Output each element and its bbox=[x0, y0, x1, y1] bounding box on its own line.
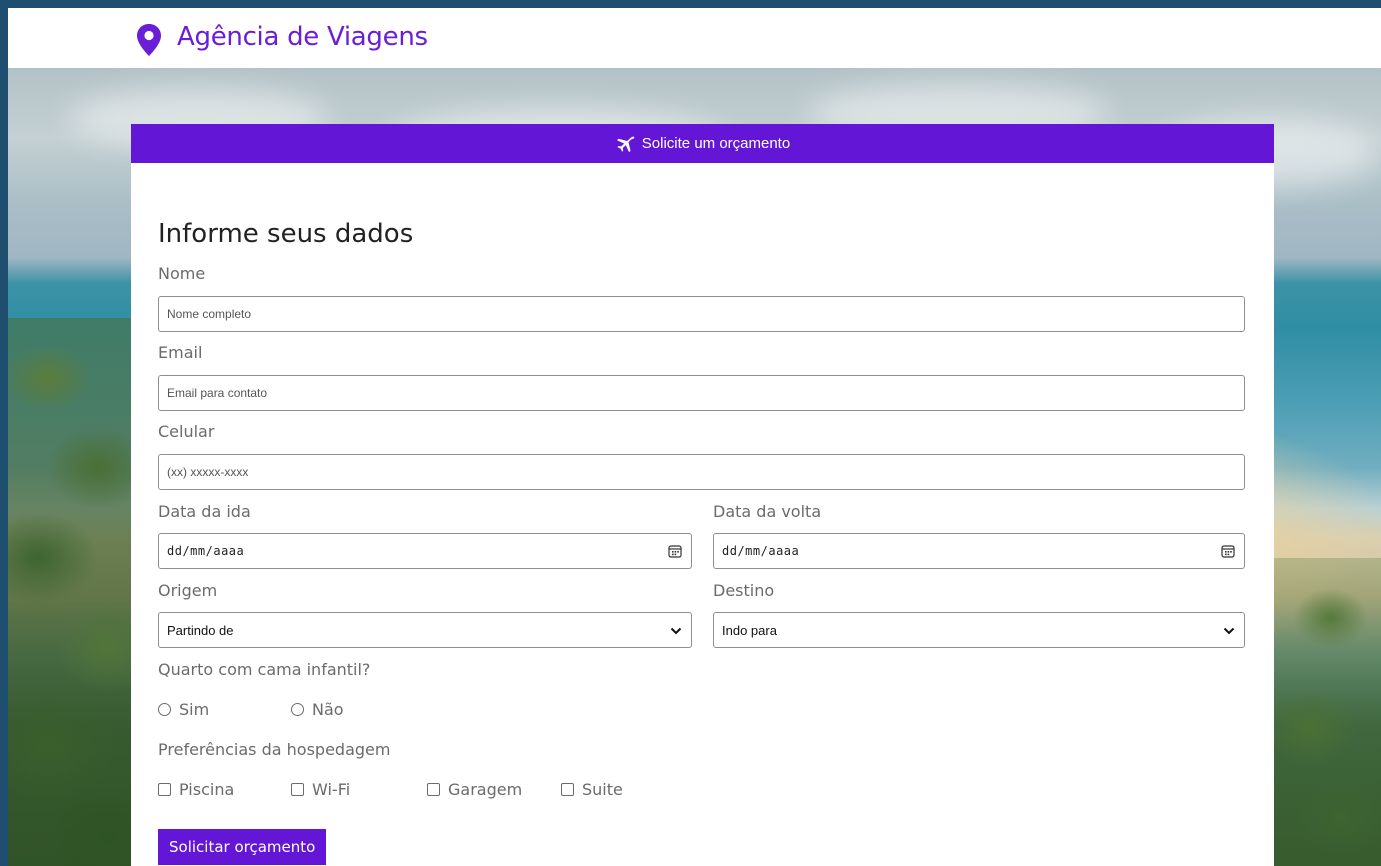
radio-sim[interactable]: Sim bbox=[158, 700, 209, 719]
submit-button[interactable]: Solicitar orçamento bbox=[158, 829, 327, 865]
checkbox[interactable] bbox=[561, 783, 574, 796]
data-volta-input[interactable]: dd/mm/aaaa bbox=[713, 533, 1245, 569]
radio-button[interactable] bbox=[158, 703, 171, 716]
checkbox-suite-label: Suite bbox=[582, 780, 623, 799]
preferencias-label: Preferências da hospedagem bbox=[158, 740, 391, 759]
checkbox[interactable] bbox=[427, 783, 440, 796]
destino-selected: Indo para bbox=[722, 622, 777, 638]
checkbox-piscina-label: Piscina bbox=[179, 780, 235, 799]
data-volta-value: dd/mm/aaaa bbox=[722, 544, 800, 558]
checkbox-suite[interactable]: Suite bbox=[561, 780, 623, 799]
plane-icon bbox=[616, 136, 635, 152]
top-navbar: Agência de Viagens bbox=[8, 8, 1381, 68]
destino-select[interactable]: Indo para bbox=[713, 612, 1245, 648]
nome-input[interactable]: Nome completo bbox=[158, 296, 1245, 332]
checkbox[interactable] bbox=[158, 783, 171, 796]
radio-sim-label: Sim bbox=[179, 700, 210, 719]
data-volta-label: Data da volta bbox=[713, 502, 822, 521]
browser-viewport: Agência de Viagens Solicite um orçamento… bbox=[8, 8, 1381, 866]
calendar-icon[interactable] bbox=[668, 544, 682, 558]
checkbox-piscina[interactable]: Piscina bbox=[158, 780, 234, 799]
celular-input[interactable]: (xx) xxxxx-xxxx bbox=[158, 454, 1245, 490]
origem-select[interactable]: Partindo de bbox=[158, 612, 692, 648]
card-header: Solicite um orçamento bbox=[131, 124, 1274, 163]
checkbox-garagem-label: Garagem bbox=[448, 780, 523, 799]
chevron-down-icon bbox=[670, 627, 682, 635]
email-input[interactable]: Email para contato bbox=[158, 375, 1245, 411]
quote-form-card: Solicite um orçamento Informe seus dados… bbox=[131, 124, 1274, 866]
cama-infantil-label: Quarto com cama infantil? bbox=[158, 660, 371, 679]
email-label: Email bbox=[158, 343, 203, 362]
data-ida-value: dd/mm/aaaa bbox=[167, 544, 245, 558]
checkbox-wifi[interactable]: Wi-Fi bbox=[291, 780, 350, 799]
palm-trees-left bbox=[8, 318, 148, 866]
card-header-title: Solicite um orçamento bbox=[641, 135, 791, 152]
checkbox-wifi-label: Wi-Fi bbox=[312, 780, 351, 799]
palm-trees-right bbox=[1271, 558, 1381, 866]
nome-label: Nome bbox=[158, 264, 206, 283]
calendar-icon[interactable] bbox=[1221, 544, 1235, 558]
data-ida-label: Data da ida bbox=[158, 502, 251, 521]
form-title: Informe seus dados bbox=[158, 219, 414, 250]
radio-button[interactable] bbox=[291, 703, 304, 716]
data-ida-input[interactable]: dd/mm/aaaa bbox=[158, 533, 692, 569]
radio-nao[interactable]: Não bbox=[291, 700, 344, 719]
chevron-down-icon bbox=[1223, 627, 1235, 635]
origem-label: Origem bbox=[158, 581, 218, 600]
destino-label: Destino bbox=[713, 581, 775, 600]
celular-label: Celular bbox=[158, 422, 215, 441]
origem-selected: Partindo de bbox=[167, 622, 234, 638]
radio-nao-label: Não bbox=[312, 700, 344, 719]
checkbox[interactable] bbox=[291, 783, 304, 796]
map-pin-icon bbox=[137, 24, 161, 56]
checkbox-garagem[interactable]: Garagem bbox=[427, 780, 522, 799]
brand-name[interactable]: Agência de Viagens bbox=[177, 22, 428, 52]
